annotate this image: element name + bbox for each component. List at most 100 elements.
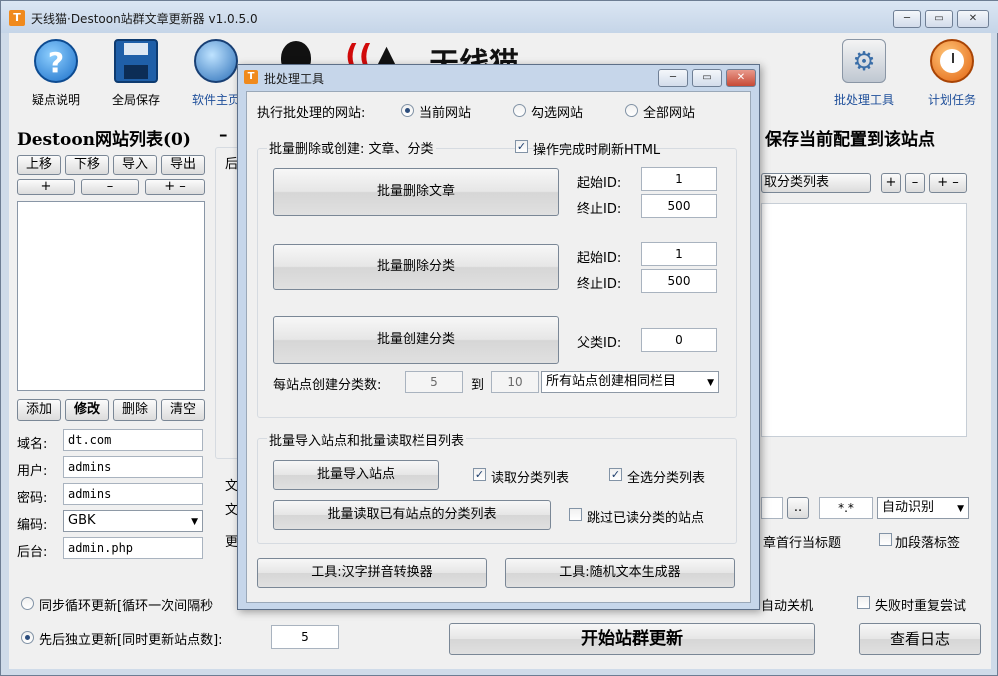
export-button[interactable]: 导出 bbox=[161, 155, 205, 175]
refresh-html-label: 操作完成时刷新HTML bbox=[533, 143, 661, 158]
delete-site-button[interactable]: 删除 bbox=[113, 399, 157, 421]
add-paragraph-tags-checkbox[interactable] bbox=[879, 533, 892, 546]
concurrency-field[interactable]: 5 bbox=[271, 625, 339, 649]
maximize-button[interactable]: ▭ bbox=[925, 10, 953, 28]
browse-button[interactable]: .. bbox=[787, 497, 809, 519]
import-button[interactable]: 导入 bbox=[113, 155, 157, 175]
help-tool[interactable]: ? 疑点说明 bbox=[21, 39, 91, 108]
schedule-tool[interactable]: 计划任务 bbox=[917, 39, 987, 108]
site-list-heading: Destoon网站列表(0) bbox=[17, 130, 191, 150]
fetch-categories-button[interactable]: 取分类列表 bbox=[761, 173, 871, 193]
user-label: 用户: bbox=[17, 464, 48, 479]
encoding-value: GBK bbox=[68, 513, 96, 528]
file-pattern-field[interactable]: *.* bbox=[819, 497, 873, 519]
category-end-id-label: 终止ID: bbox=[577, 277, 622, 292]
first-line-title-label[interactable]: 章首行当标题 bbox=[763, 532, 841, 551]
sync-loop-radio[interactable] bbox=[21, 597, 34, 610]
site-list[interactable] bbox=[17, 201, 205, 391]
add-paragraph-tags-label: 加段落标签 bbox=[895, 536, 961, 551]
encoding-select[interactable]: GBK ▼ bbox=[63, 510, 203, 532]
category-start-id-field[interactable]: 1 bbox=[641, 242, 717, 266]
move-up-button[interactable]: 上移 bbox=[17, 155, 61, 175]
clock-icon bbox=[930, 39, 974, 83]
article-end-id-field[interactable]: 500 bbox=[641, 194, 717, 218]
dialog-minimize-button[interactable]: ─ bbox=[658, 69, 688, 87]
skip-read-sites-checkbox[interactable] bbox=[569, 508, 582, 521]
pinyin-converter-button[interactable]: 工具:汉字拼音转换器 bbox=[257, 558, 487, 588]
start-update-button[interactable]: 开始站群更新 bbox=[449, 623, 815, 655]
retry-on-fail-checkbox[interactable] bbox=[857, 596, 870, 609]
encoding-detect-value: 自动识别 bbox=[882, 500, 935, 515]
read-category-list-checkbox[interactable]: ✓ bbox=[473, 468, 486, 481]
execute-scope-label: 执行批处理的网站: bbox=[257, 106, 366, 121]
close-button[interactable]: ✕ bbox=[957, 10, 989, 28]
auto-shutdown-label[interactable]: 自动关机 bbox=[761, 595, 813, 614]
batch-tool[interactable]: ⚙ 批处理工具 bbox=[829, 39, 899, 108]
cat-expand-button[interactable]: + bbox=[881, 173, 901, 193]
password-label: 密码: bbox=[17, 491, 48, 506]
batch-gear-icon: ⚙ bbox=[842, 39, 886, 83]
select-all-categories-checkbox[interactable]: ✓ bbox=[609, 468, 622, 481]
category-end-id-field[interactable]: 500 bbox=[641, 269, 717, 293]
delete-categories-button[interactable]: 批量删除分类 bbox=[273, 244, 559, 290]
collapse-button[interactable]: – bbox=[81, 179, 139, 195]
minimize-button[interactable]: ─ bbox=[893, 10, 921, 28]
article-start-id-field[interactable]: 1 bbox=[641, 167, 717, 191]
expand-button[interactable]: + bbox=[17, 179, 75, 195]
random-text-generator-button[interactable]: 工具:随机文本生成器 bbox=[505, 558, 735, 588]
global-save-tool[interactable]: 全局保存 bbox=[101, 39, 171, 108]
select-all-categories-label: 全选分类列表 bbox=[627, 471, 706, 486]
batch-read-categories-button[interactable]: 批量读取已有站点的分类列表 bbox=[273, 500, 551, 530]
cat-toggle-button[interactable]: + – bbox=[929, 173, 967, 193]
user-field[interactable]: admins bbox=[63, 456, 203, 478]
window-title: 天线猫·Destoon站群文章更新器 v1.0.5.0 bbox=[31, 12, 258, 26]
domain-field[interactable]: dt.com bbox=[63, 429, 203, 451]
edit-site-button[interactable]: 修改 bbox=[65, 399, 109, 421]
view-log-button[interactable]: 查看日志 bbox=[859, 623, 981, 655]
password-field[interactable]: admins bbox=[63, 483, 203, 505]
dialog-close-button[interactable]: ✕ bbox=[726, 69, 756, 87]
sequential-label: 先后独立更新[同时更新站点数]: bbox=[39, 633, 223, 648]
cat-collapse-button[interactable]: – bbox=[905, 173, 925, 193]
save-config-to-site[interactable]: 保存当前配置到该站点 bbox=[765, 125, 935, 150]
delete-create-group-title: 批量删除或创建: 文章、分类 bbox=[267, 138, 436, 157]
same-column-select[interactable]: 所有站点创建相同栏目 ▼ bbox=[541, 371, 719, 393]
help-label: 疑点说明 bbox=[31, 93, 80, 107]
scope-all-radio[interactable] bbox=[625, 104, 638, 117]
dialog-app-icon: T bbox=[244, 70, 258, 84]
dialog-maximize-button[interactable]: ▭ bbox=[692, 69, 722, 87]
chevron-down-icon: ▼ bbox=[707, 378, 714, 388]
encoding-detect-select[interactable]: 自动识别 ▼ bbox=[877, 497, 969, 519]
per-site-count-label: 每站点创建分类数: bbox=[273, 378, 382, 393]
title-bar[interactable]: T 天线猫·Destoon站群文章更新器 v1.0.5.0 ─ ▭ ✕ bbox=[1, 1, 998, 33]
refresh-html-checkbox[interactable]: ✓ bbox=[515, 140, 528, 153]
path-field[interactable] bbox=[761, 497, 783, 519]
dialog-client: 执行批处理的网站: 当前网站 勾选网站 全部网站 批量删除或创建: 文章、分类 … bbox=[246, 91, 751, 603]
per-site-to-field[interactable]: 10 bbox=[491, 371, 539, 393]
admin-path-field[interactable]: admin.php bbox=[63, 537, 203, 559]
retry-on-fail-label: 失败时重复尝试 bbox=[875, 599, 967, 614]
scope-checked-radio[interactable] bbox=[513, 104, 526, 117]
parent-id-field[interactable]: 0 bbox=[641, 328, 717, 352]
batch-tool-label: 批处理工具 bbox=[833, 93, 894, 107]
clear-sites-button[interactable]: 清空 bbox=[161, 399, 205, 421]
dialog-title: 批处理工具 bbox=[264, 72, 325, 86]
parent-id-label: 父类ID: bbox=[577, 336, 622, 351]
add-site-button[interactable]: 添加 bbox=[17, 399, 61, 421]
chevron-down-icon: ▼ bbox=[957, 504, 964, 514]
per-site-from-field[interactable]: 5 bbox=[405, 371, 463, 393]
sequential-radio[interactable] bbox=[21, 631, 34, 644]
move-down-button[interactable]: 下移 bbox=[65, 155, 109, 175]
category-list[interactable] bbox=[761, 203, 967, 437]
scope-current-label: 当前网站 bbox=[419, 106, 472, 121]
scope-current-radio[interactable] bbox=[401, 104, 414, 117]
create-categories-button[interactable]: 批量创建分类 bbox=[273, 316, 559, 364]
delete-articles-button[interactable]: 批量删除文章 bbox=[273, 168, 559, 216]
domain-label: 域名: bbox=[17, 437, 48, 452]
toggle-button[interactable]: + – bbox=[145, 179, 205, 195]
article-start-id-label: 起始ID: bbox=[577, 176, 622, 191]
import-sites-button[interactable]: 批量导入站点 bbox=[273, 460, 439, 490]
app-icon: T bbox=[9, 10, 25, 26]
read-category-list-label: 读取分类列表 bbox=[491, 471, 570, 486]
same-column-value: 所有站点创建相同栏目 bbox=[546, 374, 677, 389]
